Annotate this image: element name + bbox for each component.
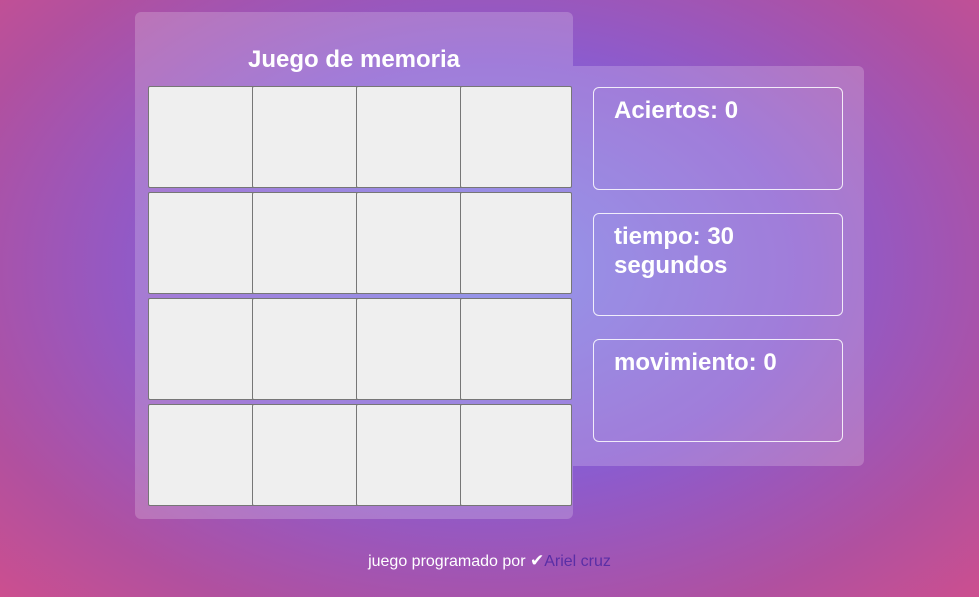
memory-card[interactable] [148, 86, 260, 188]
memory-card[interactable] [252, 192, 364, 294]
memory-card[interactable] [148, 192, 260, 294]
hits-counter: Aciertos: 0 [593, 87, 843, 190]
memory-card[interactable] [356, 404, 468, 506]
memory-card[interactable] [148, 298, 260, 400]
stats-panel: Aciertos: 0 tiempo: 30 segundos movimien… [573, 66, 864, 466]
game-panel: Juego de memoria [135, 12, 573, 519]
memory-card[interactable] [356, 298, 468, 400]
memory-card[interactable] [252, 404, 364, 506]
check-icon: ✔ [529, 551, 545, 570]
memory-card[interactable] [252, 298, 364, 400]
card-board [148, 86, 572, 506]
moves-counter: movimiento: 0 [593, 339, 843, 442]
footer: juego programado por ✔Ariel cruz [0, 551, 979, 571]
memory-card[interactable] [460, 404, 572, 506]
memory-card[interactable] [148, 404, 260, 506]
memory-card[interactable] [460, 86, 572, 188]
footer-text: juego programado por [368, 553, 526, 570]
memory-card[interactable] [252, 86, 364, 188]
memory-card[interactable] [460, 192, 572, 294]
time-counter: tiempo: 30 segundos [593, 213, 843, 316]
memory-card[interactable] [356, 192, 468, 294]
author-link[interactable]: Ariel cruz [544, 553, 611, 570]
memory-card[interactable] [460, 298, 572, 400]
game-title: Juego de memoria [247, 46, 461, 73]
memory-card[interactable] [356, 86, 468, 188]
